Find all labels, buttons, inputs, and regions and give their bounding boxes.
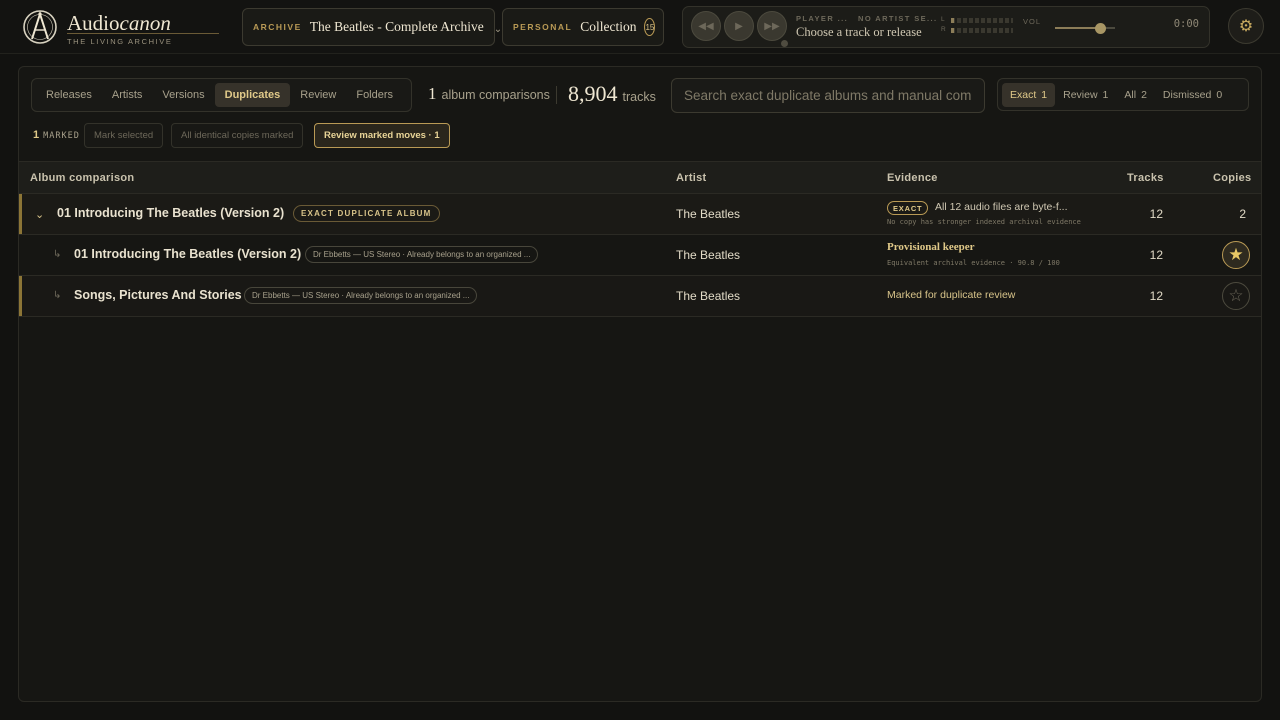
copy-artist: The Beatles [676,248,741,262]
volume-knob[interactable] [1095,23,1106,34]
copy-artist: The Beatles [676,289,741,303]
playback-time: 0:00 [1173,18,1199,30]
column-artist[interactable]: Artist [676,172,707,184]
personal-collection-selector[interactable]: PERSONAL Collection 15 [502,8,664,46]
play-icon: ▶ [735,20,743,32]
marked-count: 1 [33,129,40,141]
tracks-stat: 8,904 tracks [568,81,656,107]
view-tabs: Releases Artists Versions Duplicates Rev… [31,78,412,112]
copy-album-title: 01 Introducing The Beatles (Version 2) [74,247,302,261]
audiocanon-logo-icon [23,10,57,44]
table-row[interactable]: ↳ Songs, Pictures And Stories Dr Ebbetts… [19,276,1261,317]
player-status-dot [781,40,788,47]
marked-for-review-label: Marked for duplicate review [887,289,1016,301]
collection-count-badge: 15 [644,18,656,36]
archive-name: The Beatles - Complete Archive [309,19,484,34]
comparisons-label: album comparisons [441,88,550,102]
copy-album-title: Songs, Pictures And Stories [74,288,242,302]
group-album-title: 01 Introducing The Beatles (Version 2) [57,206,285,220]
column-album[interactable]: Album comparison [30,172,134,184]
keeper-evidence-score: Equivalent archival evidence · 90.8 / 10… [887,259,1060,267]
collapse-chevron-icon[interactable]: ⌄ [35,208,44,221]
meter-right [951,28,1013,33]
sub-row-arrow-icon: ↳ [53,290,62,301]
filter-dismissed[interactable]: Dismissed 0 [1155,83,1230,107]
meter-right-level [951,28,954,33]
chevron-down-icon: ⌄ [493,23,503,35]
copy-tracks: 12 [1149,248,1163,262]
tab-folders[interactable]: Folders [346,83,403,107]
archive-kicker: ARCHIVE [253,22,302,32]
search-input[interactable] [671,78,985,113]
forward-button[interactable]: ▶▶ [757,11,787,41]
tab-duplicates[interactable]: Duplicates [214,83,291,107]
all-identical-marked-button[interactable]: All identical copies marked [171,123,304,148]
column-evidence[interactable]: Evidence [887,172,938,184]
group-tracks: 12 [1149,207,1163,221]
filter-review[interactable]: Review 1 [1055,83,1116,107]
mark-selected-button[interactable]: Mark selected [84,123,164,148]
app-header: Audiocanon THE LIVING ARCHIVE ARCHIVE Th… [0,0,1280,54]
copy-note-chip: Dr Ebbetts — US Stereo · Already belongs… [305,246,539,263]
review-marked-moves-button[interactable]: Review marked moves · 1 [314,123,450,148]
row-accent [19,194,22,234]
column-copies[interactable]: Copies [1213,172,1251,184]
settings-button[interactable]: ⚙ [1228,8,1264,44]
group-copies: 2 [1239,207,1246,221]
archive-selector[interactable]: ARCHIVE The Beatles - Complete Archive ⌄ [242,8,502,46]
meter-right-label: R [941,26,946,33]
duplicates-panel: Releases Artists Versions Duplicates Rev… [18,66,1262,702]
tracks-label: tracks [622,90,656,104]
rewind-button[interactable]: ◀◀ [691,11,721,41]
copy-tracks: 12 [1149,289,1163,303]
marked-counter: 1 MARKED [33,129,80,141]
table-header: Album comparison Artist Evidence Tracks … [19,161,1261,194]
star-outline-icon[interactable]: ☆ [1222,282,1250,310]
audio-player: ◀◀ ▶ ▶▶ PLAYER ... NO ARTIST SE... Choos… [682,6,1210,48]
column-tracks[interactable]: Tracks [1127,172,1164,184]
artist-kicker: NO ARTIST SE... [858,14,938,23]
group-artist: The Beatles [676,207,741,221]
evidence-subtext: No copy has stronger indexed archival ev… [887,218,1081,226]
stat-divider [556,86,557,104]
player-kicker: PLAYER ... [796,14,849,23]
volume-label: VOL [1023,17,1042,26]
evidence-text: All 12 audio files are byte-f... [935,201,1068,213]
exact-duplicate-badge: EXACT DUPLICATE ALBUM [293,205,440,222]
row-accent [19,276,22,316]
meter-left-level [951,18,954,23]
tracks-count: 8,904 [568,81,618,106]
personal-name: Collection [580,19,637,34]
comparisons-stat: 1 album comparisons [428,84,550,104]
tab-versions[interactable]: Versions [152,83,214,107]
tab-artists[interactable]: Artists [102,83,153,107]
meter-left [951,18,1013,23]
comparisons-count: 1 [428,84,437,103]
filter-all[interactable]: All 2 [1116,83,1155,107]
sub-row-arrow-icon: ↳ [53,249,62,260]
marked-label: MARKED [43,131,80,141]
forward-icon: ▶▶ [764,20,780,32]
duplicate-filters: Exact 1 Review 1 All 2 Dismissed 0 [997,78,1249,111]
volume-fill [1055,27,1100,29]
app-logo[interactable]: Audiocanon THE LIVING ARCHIVE [22,9,222,47]
logo-divider [67,33,219,34]
now-playing-track: Choose a track or release [796,25,922,39]
app-tagline: THE LIVING ARCHIVE [67,37,173,46]
table-row[interactable]: ↳ 01 Introducing The Beatles (Version 2)… [19,235,1261,276]
play-button[interactable]: ▶ [724,11,754,41]
gear-icon: ⚙ [1238,18,1254,35]
provisional-keeper-label: Provisional keeper [887,241,975,253]
duplicate-group-row[interactable]: ⌄ 01 Introducing The Beatles (Version 2)… [19,194,1261,235]
tab-review[interactable]: Review [290,83,346,107]
personal-kicker: PERSONAL [513,22,573,32]
keeper-star-icon[interactable]: ★ [1222,241,1250,269]
evidence-exact-badge: EXACT [887,201,929,215]
meter-left-label: L [941,16,945,23]
filter-exact[interactable]: Exact 1 [1002,82,1056,107]
rewind-icon: ◀◀ [698,20,714,32]
copy-note-chip: Dr Ebbetts — US Stereo · Already belongs… [244,287,478,304]
tab-releases[interactable]: Releases [36,83,102,107]
